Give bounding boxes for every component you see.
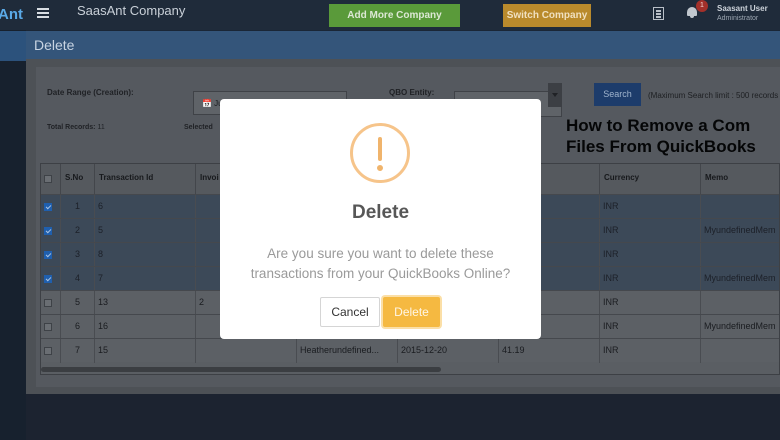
row-checkbox[interactable] — [44, 203, 52, 211]
cancel-button[interactable]: Cancel — [320, 297, 380, 327]
brand-logo[interactable]: Ant — [0, 0, 26, 30]
cell-transaction-id: 5 — [95, 219, 196, 243]
table-row[interactable]: 7 15 Heatherundefined... 2015-12-20 41.19 INR — [41, 338, 779, 363]
cell-memo — [701, 243, 779, 267]
cell-currency: INR — [600, 291, 701, 315]
row-checkbox[interactable] — [44, 323, 52, 331]
cell-select[interactable] — [41, 267, 61, 291]
overlay-heading: How to Remove a Com Files From QuickBook… — [566, 115, 756, 157]
cell-invoice — [196, 339, 297, 363]
overlay-heading-line2: Files From QuickBooks — [566, 137, 756, 156]
horizontal-scrollbar[interactable] — [41, 367, 441, 372]
cell-currency: INR — [600, 219, 701, 243]
cell-currency: INR — [600, 243, 701, 267]
dialog-title: Delete — [351, 202, 410, 223]
cell-transaction-id: 7 — [95, 267, 196, 291]
page-header: Delete — [26, 31, 780, 59]
overlay-heading-line1: How to Remove a Com — [566, 116, 751, 135]
warning-icon-dot — [377, 165, 383, 171]
left-sidebar — [0, 30, 26, 440]
document-icon[interactable] — [653, 7, 664, 20]
delete-confirm-dialog: Delete Are you sure you want to delete t… — [220, 99, 541, 339]
column-header-transaction-id[interactable]: Transaction Id — [95, 164, 196, 194]
cell-select[interactable] — [41, 243, 61, 267]
cell-memo: MyundefinedMem — [701, 267, 779, 291]
cell-memo: MyundefinedMem — [701, 315, 779, 339]
cell-sno: 6 — [61, 315, 95, 339]
cell-col5: 2015-12-20 — [398, 339, 499, 363]
total-records-value: 11 — [97, 124, 105, 131]
cell-transaction-id: 8 — [95, 243, 196, 267]
company-name: SaasAnt Company — [77, 3, 186, 18]
cell-sno: 2 — [61, 219, 95, 243]
sidebar-active-item[interactable] — [0, 31, 26, 61]
row-checkbox[interactable] — [44, 251, 52, 259]
row-checkbox[interactable] — [44, 275, 52, 283]
cell-currency: INR — [600, 339, 701, 363]
select-all-header[interactable] — [41, 164, 61, 194]
cell-transaction-id: 15 — [95, 339, 196, 363]
cell-currency: INR — [600, 315, 701, 339]
cell-transaction-id: 13 — [95, 291, 196, 315]
selected-label: Selected — [184, 124, 213, 131]
switch-company-button[interactable]: Switch Company — [503, 4, 591, 27]
cell-select[interactable] — [41, 195, 61, 219]
cell-transaction-id: 16 — [95, 315, 196, 339]
dialog-message: Are you sure you want to delete these tr… — [250, 246, 511, 281]
cell-sno: 7 — [61, 339, 95, 363]
cell-currency: INR — [600, 267, 701, 291]
cell-memo — [701, 291, 779, 315]
cell-transaction-id: 6 — [95, 195, 196, 219]
row-checkbox[interactable] — [44, 299, 52, 307]
warning-icon-bar — [378, 137, 382, 161]
chevron-down-icon[interactable] — [548, 83, 562, 107]
confirm-delete-button[interactable]: Delete — [383, 297, 440, 327]
column-header-currency[interactable]: Currency — [600, 164, 701, 194]
row-checkbox[interactable] — [44, 227, 52, 235]
cell-col6: 41.19 — [499, 339, 600, 363]
hamburger-menu-icon[interactable] — [37, 8, 49, 18]
cell-currency: INR — [600, 195, 701, 219]
row-checkbox[interactable] — [44, 347, 52, 355]
cell-sno: 4 — [61, 267, 95, 291]
cell-col4: Heatherundefined... — [297, 339, 398, 363]
cell-sno: 3 — [61, 243, 95, 267]
add-more-company-button[interactable]: Add More Company — [329, 4, 460, 27]
column-header-sno[interactable]: S.No — [61, 164, 95, 194]
top-navbar: Ant SaasAnt Company Add More Company Swi… — [0, 0, 780, 30]
cell-select[interactable] — [41, 219, 61, 243]
column-header-memo[interactable]: Memo — [701, 164, 779, 194]
notification-badge: 1 — [696, 0, 708, 12]
select-all-checkbox[interactable] — [44, 175, 52, 183]
page-title: Delete — [34, 37, 75, 53]
cell-select[interactable] — [41, 339, 61, 363]
user-name[interactable]: Saasant User — [717, 4, 768, 13]
cell-sno: 1 — [61, 195, 95, 219]
qbo-entity-label: QBO Entity: — [389, 88, 435, 97]
total-records-label: Total Records: 11 — [47, 124, 105, 131]
search-button[interactable]: Search — [594, 83, 641, 106]
cell-sno: 5 — [61, 291, 95, 315]
cell-select[interactable] — [41, 315, 61, 339]
cell-memo — [701, 195, 779, 219]
date-range-label: Date Range (Creation): — [47, 88, 134, 97]
search-limit-hint: (Maximum Search limit : 500 records — [648, 91, 779, 100]
cell-memo — [701, 339, 779, 363]
cell-select[interactable] — [41, 291, 61, 315]
page-footer — [26, 394, 780, 440]
cell-memo: MyundefinedMem — [701, 219, 779, 243]
user-role: Administrator — [717, 15, 759, 22]
